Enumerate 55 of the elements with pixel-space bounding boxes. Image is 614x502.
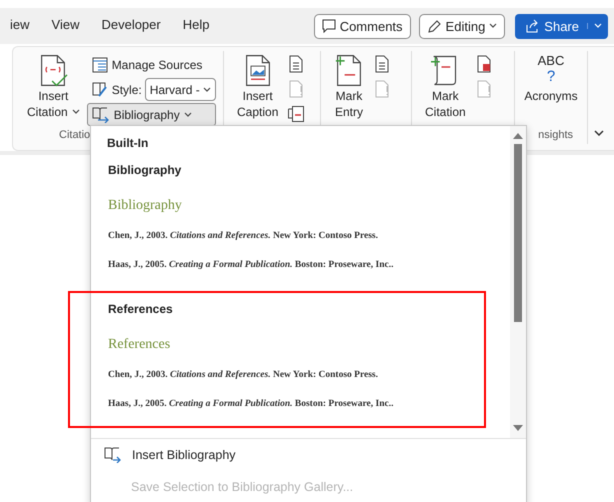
- ribbon-tab[interactable]: View: [40, 8, 90, 44]
- manage-sources-button[interactable]: Manage Sources: [86, 53, 216, 76]
- pencil-icon: [426, 18, 442, 34]
- citation-document-icon: [38, 53, 68, 88]
- citation-preview: Chen, J., 2003. Citations and References. New York: Contoso Press.: [108, 230, 378, 243]
- caption-button[interactable]: Insert Caption: [234, 51, 282, 126]
- scrollbar[interactable]: [510, 126, 526, 438]
- preview-title: Bibliography: [108, 197, 182, 215]
- book-arrow-icon: [92, 106, 110, 122]
- menu-item[interactable]: Insert Bibliography: [91, 439, 236, 471]
- entry-button[interactable]: Mark Entry: [331, 51, 367, 126]
- citation-button[interactable]: Mark Citation: [422, 51, 469, 126]
- chevron-icon: [184, 112, 192, 118]
- style-label: Style:: [112, 82, 142, 96]
- comment-icon: [322, 19, 336, 33]
- insert-citation-button[interactable]: Insert Citation: [19, 51, 83, 126]
- citation-preview: Haas, J., 2005. Creating a Formal Publication. Boston: Proseware, Inc..: [108, 259, 394, 272]
- share-icon: [525, 18, 540, 34]
- document-icon: [288, 55, 304, 73]
- scroll-down-icon[interactable]: [513, 424, 523, 432]
- gallery-item-heading[interactable]: References: [108, 299, 173, 319]
- style-select[interactable]: Harvard -: [144, 78, 216, 101]
- preview-title: References: [108, 336, 170, 354]
- bibliography-button[interactable]: Bibliography: [86, 103, 216, 126]
- disabled-document-icon: [476, 80, 492, 98]
- acronyms-button[interactable]: ABC ? Acronyms: [521, 51, 581, 126]
- citation-preview: Chen, J., 2003. Citations and References. New York: Contoso Press.: [108, 369, 378, 382]
- gallery-item-heading[interactable]: Bibliography: [108, 160, 182, 180]
- ribbon-tab[interactable]: Help: [172, 8, 220, 44]
- chevron-icon: [594, 130, 604, 136]
- mark-entry-icon: [334, 53, 364, 88]
- style-brush-icon: [90, 80, 109, 98]
- scroll-up-icon[interactable]: [513, 132, 523, 140]
- document-table-icon: [476, 55, 492, 73]
- disabled-document-icon: [288, 80, 304, 98]
- scroll-thumb[interactable]: [514, 144, 522, 322]
- share-button[interactable]: Share: [515, 14, 608, 38]
- chevron-icon: [489, 23, 498, 29]
- group-label: Citatio: [59, 128, 90, 143]
- citation-preview: Haas, J., 2005. Creating a Formal Publication. Boston: Proseware, Inc..: [108, 398, 394, 411]
- group-label: nsights: [538, 128, 573, 143]
- ribbon-tab[interactable]: Developer: [90, 8, 172, 44]
- document-icon: [374, 55, 390, 73]
- chevron-icon: [202, 86, 211, 92]
- editing-button[interactable]: Editing: [418, 14, 506, 38]
- cross-reference-icon: [288, 106, 304, 122]
- disabled-document-icon: [374, 80, 390, 98]
- chevron-icon: [594, 23, 602, 29]
- comments-button[interactable]: Comments: [314, 14, 411, 38]
- acronyms-icon: ABC ?: [538, 53, 564, 85]
- ribbon-tab[interactable]: iew: [0, 8, 41, 44]
- book-arrow-icon: [104, 447, 122, 463]
- chevron-icon: [72, 109, 80, 115]
- sources-table-icon: [92, 56, 108, 72]
- gallery-title: Built-In: [107, 136, 148, 150]
